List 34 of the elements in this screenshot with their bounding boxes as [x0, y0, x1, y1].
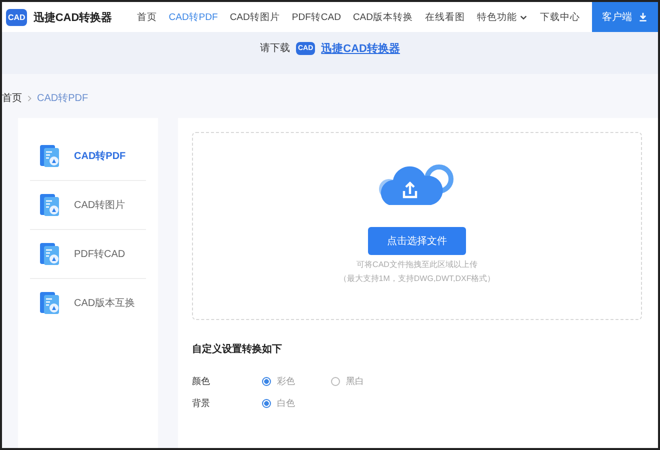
sidebar-item[interactable]: CAD版本互换	[30, 279, 146, 327]
radio-option[interactable]: 黑白	[331, 374, 364, 388]
chevron-right-icon	[27, 94, 32, 102]
upload-hint: 可将CAD文件拖拽至此区域以上传	[356, 259, 478, 270]
banner-prompt: 请下载	[260, 42, 290, 55]
radio-option[interactable]: 白色	[262, 396, 295, 410]
nav-link[interactable]: CAD转图片	[224, 10, 286, 24]
breadcrumb-link[interactable]: 首页	[2, 91, 22, 105]
nav-link[interactable]: CAD转PDF	[162, 10, 224, 24]
app-download-link[interactable]: 迅捷CAD转换器	[321, 40, 400, 56]
sidebar-item[interactable]: CAD转图片	[30, 181, 146, 230]
setting-label: 背景	[192, 396, 211, 410]
nav-link[interactable]: 下载中心	[534, 10, 586, 24]
client-download-button[interactable]: 客户端	[592, 2, 658, 32]
nav-link[interactable]: CAD版本转换	[346, 10, 419, 24]
settings-title: 自定义设置转换如下	[192, 342, 283, 356]
radio-option[interactable]: 彩色	[262, 374, 295, 388]
file-drop-zone[interactable]: 点击选择文件 可将CAD文件拖拽至此区域以上传 （最大支持1M，支持DWG,DWT,DXF格式）	[192, 132, 642, 320]
upload-hint: （最大支持1M，支持DWG,DWT,DXF格式）	[338, 273, 496, 284]
nav-link[interactable]: 在线看图	[419, 10, 471, 24]
choose-file-button[interactable]: 点击选择文件	[368, 227, 466, 255]
nav-link[interactable]: 特色功能	[471, 10, 534, 24]
logo-badge: CAD	[6, 8, 28, 26]
nav-link[interactable]: PDF转CAD	[286, 10, 347, 24]
breadcrumb-link[interactable]: CAD转PDF	[37, 91, 88, 105]
radio-button[interactable]	[262, 398, 271, 408]
logo-text: 迅捷CAD转换器	[33, 10, 112, 24]
setting-label: 颜色	[192, 374, 211, 388]
nav-link[interactable]: 首页	[130, 10, 163, 24]
sidebar-item[interactable]: PDF转CAD	[30, 230, 146, 279]
radio-button[interactable]	[331, 376, 340, 386]
radio-button[interactable]	[262, 376, 271, 386]
sidebar-item[interactable]: CAD转PDF	[30, 132, 146, 181]
download-icon	[638, 12, 648, 22]
